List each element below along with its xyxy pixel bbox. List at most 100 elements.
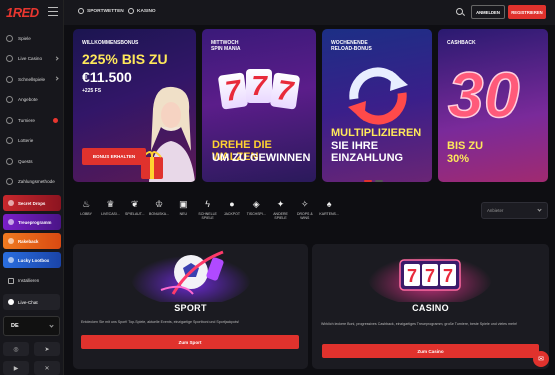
svg-text:7: 7 (407, 266, 417, 286)
category-drops-wins[interactable]: ✧ DROPS & WINS (293, 199, 317, 220)
promo-lucky-lootbox[interactable]: Lucky Lootbox (3, 252, 61, 268)
cherry-icon: ❦ (130, 199, 139, 209)
promo-label: Secret Drops (18, 200, 46, 206)
casino-title: CASINO (412, 303, 449, 313)
category-kartenspiele[interactable]: ♠ KARTENS... (317, 199, 341, 220)
chat-bubble-icon[interactable]: ✉ (533, 351, 549, 367)
banner-cashback[interactable]: CASHBACK 3 0 BIS ZU 30% (438, 29, 548, 182)
bolt-icon (6, 75, 13, 83)
category-lobby[interactable]: ♨ LOBBY (74, 199, 98, 220)
x-icon[interactable]: ✕ (34, 361, 60, 375)
banner-kicker: MITTWOCH SPIN MANIA (211, 40, 240, 52)
bolt-icon: ϟ (205, 199, 210, 209)
sport-description: Entdecken Sie mit uns Sport! Top-Spiele,… (81, 320, 240, 324)
install-button[interactable]: Installieren (3, 273, 61, 288)
sidebar-item-schnellspiele[interactable]: Schnellspiele (0, 69, 64, 90)
category-schnelle-spiele[interactable]: ϟ SCHNELLE SPIELE (195, 199, 219, 220)
search-icon[interactable] (456, 8, 463, 15)
promo-rakeback[interactable]: Rakeback (3, 233, 61, 249)
provider-select[interactable]: Anbieter (481, 202, 548, 219)
banner-kicker-line2: SPIN MANIA (211, 46, 241, 52)
language-value: DE (11, 323, 19, 329)
slot-reel-icon: 7 (246, 69, 272, 103)
category-spielautomaten[interactable]: ❦ SPIELAUT... (123, 199, 147, 220)
telegram-icon[interactable]: ➤ (34, 342, 60, 356)
sidebar-item-angebote[interactable]: Angebote (0, 90, 64, 111)
chevron-down-icon (54, 55, 59, 61)
slot-reel-icon: 7 (217, 72, 249, 110)
youtube-icon[interactable]: ▶ (3, 361, 29, 375)
banner-free-spins: +225 FS (82, 88, 102, 94)
drops-icon (8, 200, 14, 206)
sidebar-item-label: Turniere (18, 117, 35, 123)
svg-text:3: 3 (448, 59, 484, 131)
carousel-dot[interactable] (375, 180, 383, 182)
logo[interactable]: 1RED (6, 5, 39, 20)
sidebar-item-quests[interactable]: Quests (0, 151, 64, 172)
instagram-icon[interactable]: ◎ (3, 342, 29, 356)
provider-placeholder: Anbieter (487, 208, 504, 213)
nav-sportwetten[interactable]: SPORTWETTEN (78, 8, 124, 14)
sport-icon (78, 8, 84, 14)
sidebar-nav: Spiele Live Casino Schnellspiele Angebot… (0, 28, 64, 288)
banner-spin-mania[interactable]: MITTWOCH SPIN MANIA 7 7 7 DREHE DIE WALZE… (202, 29, 316, 182)
casino-icon (128, 8, 134, 14)
sidebar-item-label: Angebote (18, 97, 38, 103)
flame-icon: ♨ (82, 199, 91, 209)
reload-arrows-icon (348, 67, 408, 125)
go-to-casino-button[interactable]: Zum Casino (322, 344, 539, 358)
get-bonus-button[interactable]: BONUS ERHALTEN (82, 148, 146, 165)
menu-toggle-icon[interactable] (48, 7, 58, 16)
sidebar-item-zahlungsmethode[interactable]: Zahlungsmethode (0, 172, 64, 193)
category-label: KARTENS... (319, 212, 339, 216)
promo-treueprogramm[interactable]: Treueprogramm (3, 214, 61, 230)
banner-subheadline: 30% (447, 153, 470, 165)
register-button[interactable]: REGISTRIEREN (508, 5, 546, 19)
banner-headline: BIS ZU (447, 140, 484, 152)
live-chat-button[interactable]: Live-Chat (3, 294, 60, 310)
slot-reel-icon: 7 (269, 72, 301, 110)
category-tischspiele[interactable]: ◈ TISCHSPI... (244, 199, 268, 220)
sidebar-item-spiele[interactable]: Spiele (0, 28, 64, 49)
banner-kicker: WOCHENENDE RELOAD-BONUS (331, 40, 372, 52)
category-label: JACKPOT (223, 212, 240, 216)
category-bar: ♨ LOBBY ♛ LIVECASI... ❦ SPIELAUT... ♔ BONUSK… (74, 199, 341, 220)
app-root: 1RED Spiele Live Casino Schnellspiele An… (0, 0, 555, 375)
banner-welcome-bonus[interactable]: WILLKOMMENSBONUS 225% BIS ZU €11.500 +22… (73, 29, 196, 182)
drops-icon: ✧ (301, 199, 309, 209)
casino-section: 7 7 7 CASINO Wirklich leckere Boni, prog… (312, 244, 549, 369)
category-label: NEU (179, 212, 188, 216)
top-bar: SPORTWETTEN KASINO ANMELDEN REGISTRIEREN (64, 0, 555, 25)
category-label: SPIELAUT... (125, 212, 145, 216)
language-select[interactable]: DE (3, 316, 60, 336)
star-icon (8, 219, 14, 225)
sidebar-item-label: Zahlungsmethode (18, 179, 55, 185)
category-jackpot[interactable]: ● JACKPOT (220, 199, 244, 220)
nav-kasino[interactable]: KASINO (128, 8, 156, 14)
category-andere-spiele[interactable]: ✦ ANDERE SPIELE (268, 199, 292, 220)
wallet-icon (6, 178, 13, 186)
casino-description: Wirklich leckere Boni, progressives Cash… (321, 322, 518, 326)
sidebar-item-live-casino[interactable]: Live Casino (0, 49, 64, 70)
carousel-dot[interactable] (364, 180, 372, 182)
sidebar-item-turniere[interactable]: Turniere (0, 110, 64, 131)
rocket-icon: ✦ (276, 199, 285, 209)
sidebar-item-lotterie[interactable]: Lotterie (0, 131, 64, 152)
category-label: LIVECASI... (101, 212, 120, 216)
banner-reload-bonus[interactable]: WOCHENENDE RELOAD-BONUS MULTIPLIZIEREN SI… (322, 29, 432, 182)
banner-headline: MULTIPLIZIEREN (331, 127, 422, 139)
go-to-sport-button[interactable]: Zum Sport (81, 335, 299, 349)
category-bonuskauf[interactable]: ♔ BONUSKA... (147, 199, 171, 220)
category-label: TISCHSPI... (246, 212, 266, 216)
login-button[interactable]: ANMELDEN (471, 5, 505, 19)
category-label: DROPS & WINS (296, 212, 313, 221)
cards-icon: ♠ (326, 199, 332, 209)
nav-label: SPORTWETTEN (87, 8, 124, 14)
casino-illustration: 7 7 7 (312, 244, 549, 302)
category-neu[interactable]: ▣ NEU (171, 199, 195, 220)
category-label: SCHNELLE SPIELE (198, 212, 217, 221)
promo-secret-drops[interactable]: Secret Drops (3, 195, 61, 211)
category-livecasino[interactable]: ♛ LIVECASI... (98, 199, 122, 220)
coin-icon (8, 238, 14, 244)
live-chat-label: Live-Chat (18, 299, 38, 305)
